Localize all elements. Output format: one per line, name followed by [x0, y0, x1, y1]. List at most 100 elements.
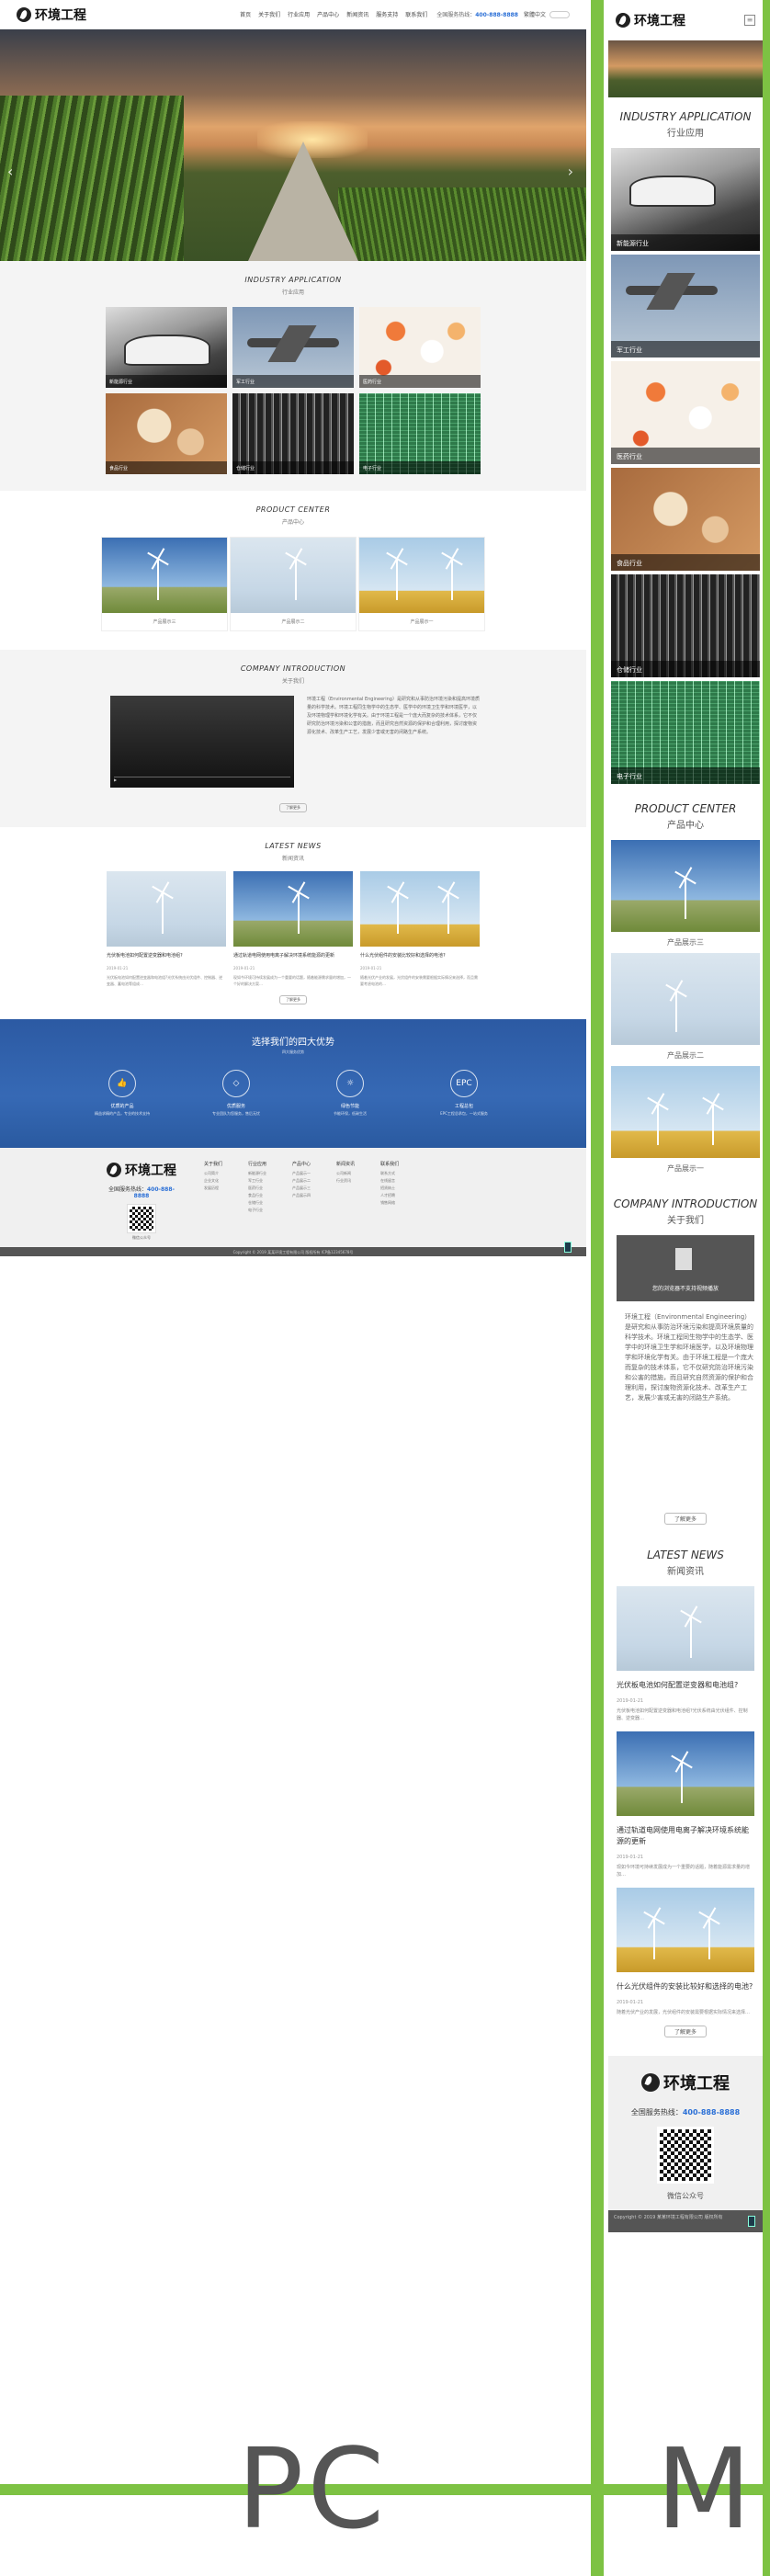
footer-link[interactable]: 人才招聘 [380, 1192, 399, 1199]
industry-card[interactable]: 军工行业 [611, 255, 760, 357]
news-headline[interactable]: 光伏板电池如何配置逆变器和电池组? [617, 1680, 754, 1691]
footer-link[interactable]: 产品展示三 [292, 1185, 311, 1192]
footer-column-head[interactable]: 新闻资讯 [336, 1161, 355, 1168]
footer-link[interactable]: 军工行业 [248, 1177, 266, 1185]
qr-code [657, 2127, 714, 2184]
product-card[interactable]: 产品展示一 [611, 1066, 760, 1179]
carousel-next-icon[interactable]: › [568, 163, 573, 180]
industry-card[interactable]: 仓储行业 [611, 574, 760, 677]
nav-item-service[interactable]: 服务支持 [376, 10, 398, 18]
nav-item-industry[interactable]: 行业应用 [288, 10, 310, 18]
news-date: 2019-01-21 [617, 1698, 644, 1704]
nav-item-news[interactable]: 新闻资讯 [346, 10, 368, 18]
product-card[interactable]: 产品展示三 [611, 840, 760, 953]
mobile-company-section: COMPANY INTRODUCTION 关于我们 您的浏览器不支持视频播放 环… [608, 1179, 763, 1534]
industry-card[interactable]: 新能源行业 [106, 307, 227, 388]
news-card[interactable]: 通过轨道电网使用电离子解决环境系统能源的更新 2019-01-21 现如今环境可… [617, 1731, 754, 1878]
industry-card[interactable]: 医药行业 [611, 361, 760, 464]
industry-card[interactable]: 新能源行业 [611, 148, 760, 251]
footer-column-head[interactable]: 联系我们 [380, 1161, 399, 1168]
nav-item-about[interactable]: 关于我们 [258, 10, 280, 18]
footer-link[interactable]: 联系方式 [380, 1170, 399, 1177]
footer-link[interactable]: 新能源行业 [248, 1170, 266, 1177]
nav-item-products[interactable]: 产品中心 [317, 10, 339, 18]
footer-column-head[interactable]: 产品中心 [292, 1161, 311, 1168]
news-card[interactable]: 光伏板电池如何配置逆变器和电池组? 2019-01-21 光伏板电池如何配置逆变… [617, 1586, 754, 1722]
industry-card[interactable]: 仓储行业 [232, 393, 354, 474]
product-card[interactable]: 产品展示二 [230, 537, 357, 631]
video-controls[interactable]: ▶ [114, 777, 290, 782]
footer-link[interactable]: 企业文化 [204, 1177, 222, 1185]
company-more-button[interactable]: 了解更多 [663, 1513, 707, 1525]
footer-link[interactable]: 食品行业 [248, 1192, 266, 1199]
mobile-logo[interactable]: 环境工程 [616, 11, 685, 29]
search-input[interactable] [549, 10, 570, 18]
footer-link[interactable]: 公司新闻 [336, 1170, 355, 1177]
news-headline[interactable]: 什么光伏组件的安装比较好和选择的电池? [360, 952, 480, 959]
footer-link[interactable]: 仓储行业 [248, 1199, 266, 1207]
advantage-item: EPC 工程总包 EPC工程总承包，一站式服务 [436, 1070, 492, 1117]
footer-link[interactable]: 电子行业 [248, 1207, 266, 1214]
menu-icon[interactable]: ≡ [744, 15, 755, 26]
news-card[interactable]: 什么光伏组件的安装比较好和选择的电池? 2019-01-21 随着光伏产业的发展… [617, 1888, 754, 2016]
footer-link[interactable]: 销售网络 [380, 1199, 399, 1207]
product-card[interactable]: 产品展示三 [101, 537, 228, 631]
carousel-prev-icon[interactable]: ‹ [7, 163, 13, 180]
company-video[interactable]: 您的浏览器不支持视频播放 [617, 1235, 754, 1301]
company-more-button[interactable]: 了解更多 [279, 803, 307, 812]
footer-column-head[interactable]: 关于我们 [204, 1161, 222, 1168]
back-to-top-icon[interactable] [564, 1242, 572, 1253]
industry-card[interactable]: 电子行业 [359, 393, 481, 474]
news-headline[interactable]: 通过轨道电网使用电离子解决环境系统能源的更新 [617, 1825, 754, 1847]
nav-item-home[interactable]: 首页 [240, 10, 251, 18]
industry-card[interactable]: 医药行业 [359, 307, 481, 388]
news-card[interactable]: 通过轨道电网使用电离子解决环境系统能源的更新 2019-01-21 现如今环境可… [233, 871, 353, 987]
company-intro: 环境工程（Environmental Engineering）是研究和从事防治环… [625, 1313, 753, 1401]
footer-link[interactable]: 公司简介 [204, 1170, 222, 1177]
footer-logo[interactable]: 环境工程 [105, 1161, 178, 1179]
news-headline[interactable]: 光伏板电池如何配置逆变器和电池组? [107, 952, 226, 959]
news-image [617, 1731, 754, 1816]
footer-link[interactable]: 招贤纳士 [380, 1185, 399, 1192]
industry-card[interactable]: 食品行业 [611, 468, 760, 571]
hero-field [338, 187, 586, 261]
footer-column: 新闻资讯 公司新闻 行业资讯 [336, 1161, 355, 1247]
company-title: COMPANY INTRODUCTION [240, 664, 346, 673]
news-card[interactable]: 光伏板电池如何配置逆变器和电池组? 2019-01-21 光伏板电池如何配置逆变… [107, 871, 226, 987]
footer-link[interactable]: 产品展示二 [292, 1177, 311, 1185]
back-to-top-icon[interactable] [748, 2216, 755, 2227]
product-label: 产品展示二 [281, 619, 305, 625]
footer-link[interactable]: 发展历程 [204, 1185, 222, 1192]
news-more-button[interactable]: 了解更多 [663, 2026, 707, 2037]
footer-link[interactable]: 产品展示一 [292, 1170, 311, 1177]
turbine-graphic [451, 560, 453, 600]
product-card[interactable]: 产品展示二 [611, 953, 760, 1066]
industry-card[interactable]: 电子行业 [611, 681, 760, 784]
footer-phone-number: 400-888-8888 [682, 2108, 741, 2116]
company-intro: 环境工程（Environmental Engineering）是研究和从事防治环… [307, 697, 480, 735]
file-icon [675, 1248, 692, 1270]
footer-link[interactable]: 行业资讯 [336, 1177, 355, 1185]
news-more-button[interactable]: 了解更多 [279, 995, 307, 1004]
advantage-desc: 专业团队为您服务，售后无忧 [212, 1111, 260, 1116]
language-switch[interactable]: 繁體中文 [524, 10, 546, 18]
product-card[interactable]: 产品展示一 [358, 537, 485, 631]
footer-link[interactable]: 在线留言 [380, 1177, 399, 1185]
product-label: 产品展示三 [153, 619, 176, 625]
nav-item-contact[interactable]: 联系我们 [405, 10, 427, 18]
footer-link[interactable]: 医药行业 [248, 1185, 266, 1192]
footer-logo[interactable]: 环境工程 [608, 2071, 763, 2094]
footer-column-head[interactable]: 行业应用 [248, 1161, 266, 1168]
pc-logo[interactable]: 环境工程 [17, 6, 86, 24]
footer-link[interactable]: 产品展示四 [292, 1192, 311, 1199]
news-headline[interactable]: 通过轨道电网使用电离子解决环境系统能源的更新 [233, 952, 353, 959]
news-image [360, 871, 480, 947]
news-card[interactable]: 什么光伏组件的安装比较好和选择的电池? 2019-01-21 随着光伏产业的发展… [360, 871, 480, 987]
advantages-row: 👍 优质的产品 精益求精的产品，专业的技术支持 ◇ 优质服务 专业团队为您服务，… [0, 1070, 586, 1117]
industry-caption: 电子行业 [611, 767, 760, 784]
industry-card[interactable]: 食品行业 [106, 393, 227, 474]
logo-text: 环境工程 [663, 2074, 730, 2094]
company-video[interactable]: ▶ [110, 696, 294, 788]
news-headline[interactable]: 什么光伏组件的安装比较好和选择的电池? [617, 1981, 754, 1992]
industry-card[interactable]: 军工行业 [232, 307, 354, 388]
